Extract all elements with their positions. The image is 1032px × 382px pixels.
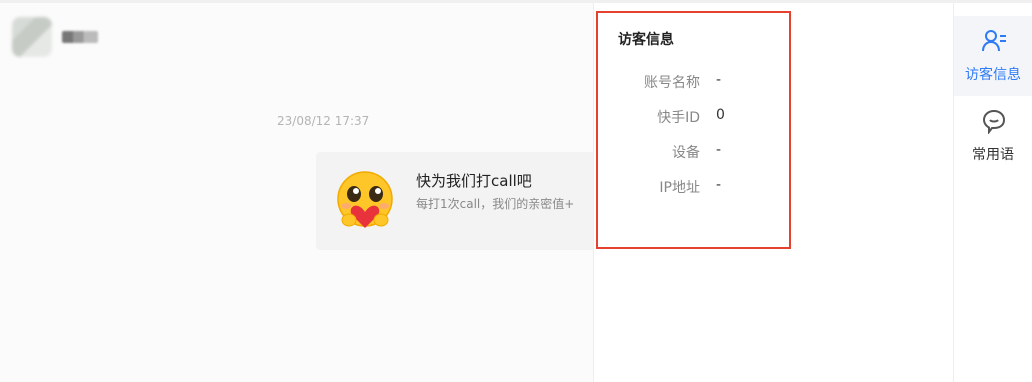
ip-address-value: - [716,177,722,193]
kuaishou-id-label: 快手ID [657,110,700,126]
call-card-message[interactable]: 快为我们打call吧 每打1次call，我们的亲密值+ [316,152,593,250]
username-blurred [62,31,98,43]
message-timestamp: 23/08/12 17:37 [277,114,370,128]
visitor-info-icon [982,30,1006,52]
kuaishou-id-value: 0 [716,107,725,123]
sidebar-item-visitor-info[interactable]: 访客信息 [954,16,1032,96]
card-subtitle: 每打1次call，我们的亲密值+ [416,197,575,211]
ip-address-label: IP地址 [659,180,700,196]
sidebar-item-label: 访客信息 [965,67,1021,83]
chat-pane: 23/08/12 17:37 快为我们打call吧 每打1次call，我们的亲密… [0,3,593,382]
hugging-emoji-icon [337,171,393,228]
sidebar-item-common-phrases[interactable]: 常用语 [954,96,1032,176]
chat-bubble-icon [982,109,1006,134]
sidebar-item-label: 常用语 [972,147,1014,163]
device-label: 设备 [672,145,700,161]
account-name-label: 账号名称 [644,75,700,91]
card-title: 快为我们打call吧 [416,172,532,190]
avatar[interactable] [12,17,52,57]
device-value: - [716,142,722,158]
account-name-value: - [716,72,722,88]
panel-title: 访客信息 [618,32,674,48]
